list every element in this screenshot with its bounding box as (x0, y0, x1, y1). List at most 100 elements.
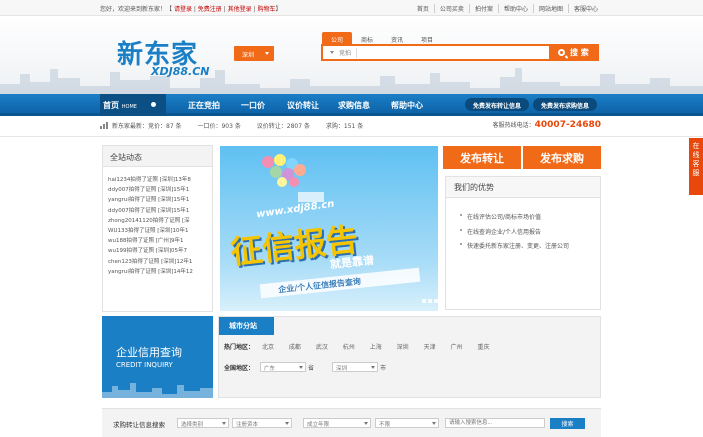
list-item[interactable]: wu199拍得了证照 [深圳]05年7 (108, 246, 208, 256)
list-item[interactable]: ddy007拍得了证照 [深圳]15年1 (108, 206, 208, 216)
bar-chart-icon (100, 122, 108, 129)
list-item[interactable]: WU133拍得了证照 [深圳]10年1 (108, 226, 208, 236)
search-button[interactable]: 搜 索 (551, 44, 599, 61)
post-transfer-pill[interactable]: 免费发布转让信息 (465, 98, 530, 111)
promo-banner[interactable]: www.xdj88.cn 征信报告 就是靠谱 企业/个人征信报告查询 (220, 146, 438, 311)
chevron-down-icon (222, 422, 226, 425)
post-transfer-button[interactable]: 发布转让 (443, 146, 521, 169)
list-item[interactable]: chen123拍得了证照 [深圳]12年1 (108, 257, 208, 267)
city-link-chengdu[interactable]: 成都 (289, 344, 301, 351)
search-icon (558, 49, 565, 56)
stat-negotiable: 议价转让：2807 条 (256, 123, 310, 130)
list-item[interactable]: hai1234拍得了证照 [深圳]13年8 (108, 175, 208, 185)
nav-item-help[interactable]: 帮助中心 (391, 100, 423, 111)
list-item[interactable]: yangrui拍得了证照 [深圳]14年12 (108, 267, 208, 277)
post-wanted-pill[interactable]: 免费发布求购信息 (533, 98, 598, 111)
range-value: 不限 (379, 422, 391, 428)
range-select[interactable]: 不限 (375, 418, 439, 428)
credit-title: 企业信用查询 (116, 346, 182, 359)
other-login-link[interactable]: 其他登录 (228, 6, 252, 13)
trade-search-button[interactable]: 搜索 (550, 418, 585, 429)
chevron-down-icon (265, 52, 269, 55)
nav-item-auction[interactable]: 正在竞拍 (188, 100, 220, 111)
capital-select[interactable]: 注册资本 (232, 418, 292, 428)
city-link-shanghai[interactable]: 上海 (370, 344, 382, 351)
province-value: 广东 (264, 366, 276, 372)
search-type-select[interactable]: 竞拍 (325, 48, 357, 58)
city-suffix: 市 (380, 364, 387, 372)
nav-home[interactable]: 首页 HOME (100, 94, 166, 116)
online-service-label: 在线客服 (692, 142, 700, 177)
years-value: 成立年限 (307, 422, 330, 428)
city-link-hangzhou[interactable]: 杭州 (343, 344, 355, 351)
city-link-tianjin[interactable]: 天津 (424, 344, 436, 351)
list-item[interactable]: wu188拍得了证照 [广州]9年1 (108, 236, 208, 246)
top-bar: 您好，欢迎来到新东家！【 请登录 | 免费注册 | 其他登录 | 购物车】 首页… (0, 0, 703, 16)
stat-auction: 新东家最新：竞价：87 条 (112, 123, 182, 130)
province-select[interactable]: 广东 (260, 362, 307, 372)
header: 新东家 XDJ88.CN 深圳 公司 商标 资讯 项目 竞拍 搜 索 (0, 16, 703, 94)
register-link[interactable]: 免费注册 (198, 6, 222, 13)
list-item[interactable]: 快速委托新东家注册、变更、注册公司 (460, 241, 600, 256)
top-link-sitemap[interactable]: 网站地图 (532, 4, 568, 13)
top-link-company-trade[interactable]: 公司买卖 (433, 4, 469, 13)
city-link-wuhan[interactable]: 武汉 (316, 344, 328, 351)
advantages-title: 我们的优势 (446, 177, 600, 198)
all-regions-label: 全国地区： (224, 364, 255, 372)
search-input[interactable] (361, 47, 547, 58)
list-item[interactable]: 在线查询企业/个人信用报告 (460, 227, 600, 242)
list-item[interactable]: ddy007拍得了证照 [深圳]15年1 (108, 185, 208, 195)
main-nav: 首页 HOME 正在竞拍 一口价 议价转让 求购信息 帮助中心 免费发布转让信息… (0, 94, 703, 116)
balloons-image (262, 154, 324, 202)
city-link-shenzhen[interactable]: 深圳 (397, 344, 409, 351)
city-label: 深圳 (242, 52, 255, 59)
chevron-down-icon (364, 422, 368, 425)
skyline-decoration (0, 68, 703, 94)
divider (0, 136, 703, 137)
cart-link[interactable]: 购物车 (258, 6, 276, 13)
city-branches-tab[interactable]: 城市分站 (219, 317, 274, 335)
banner-pagination[interactable] (422, 299, 438, 303)
nav-item-fixed-price[interactable]: 一口价 (241, 100, 265, 111)
search-tab-project[interactable]: 项目 (412, 32, 442, 44)
city-select[interactable]: 深圳 (332, 362, 379, 372)
city-link-chongqing[interactable]: 重庆 (477, 344, 489, 351)
list-item[interactable]: zhong20141120拍得了证照 [深 (108, 216, 208, 226)
trade-search-bar: 求购转让信息搜索 选择类别 注册资本 成立年限 不限 搜索 (102, 408, 601, 437)
advantages-list: 在线评估公司/商标市场价值 在线查询企业/个人信用报告 快速委托新东家注册、变更… (446, 198, 600, 256)
search-tab-news[interactable]: 资讯 (382, 32, 412, 44)
top-link-help[interactable]: 帮助中心 (497, 4, 533, 13)
city-link-beijing[interactable]: 北京 (262, 344, 274, 351)
hot-cities-label: 热门地区： (224, 344, 255, 351)
login-link[interactable]: 请登录 (174, 6, 192, 13)
list-item[interactable]: yangrui拍得了证照 [深圳]15年1 (108, 195, 208, 205)
site-logo[interactable]: 新东家 XDJ88.CN (117, 34, 209, 78)
years-select[interactable]: 成立年限 (303, 418, 371, 428)
stats-row: 新东家最新：竞价：87 条 一口价：903 条 议价转让：2807 条 求购：1… (112, 121, 377, 130)
city-selector[interactable]: 深圳 (234, 46, 274, 61)
banner-strip: 企业/个人征信报告查询 (259, 267, 421, 299)
nav-item-negotiable[interactable]: 议价转让 (287, 100, 319, 111)
list-item[interactable]: 在线评估公司/商标市场价值 (460, 212, 600, 227)
category-select[interactable]: 选择类别 (177, 418, 229, 428)
stat-wanted: 求购：151 条 (325, 123, 364, 130)
dot-icon (151, 102, 156, 107)
chevron-down-icon (432, 422, 436, 425)
top-link-service[interactable]: 客服中心 (567, 4, 603, 13)
online-service-tab[interactable]: 在线客服 (689, 138, 703, 195)
post-wanted-button[interactable]: 发布求购 (523, 146, 601, 169)
credit-subtitle: CREDIT INQUIRY (116, 361, 173, 369)
city-skyline-decoration (102, 383, 213, 398)
nav-item-wanted[interactable]: 求购信息 (338, 100, 370, 111)
credit-inquiry-banner[interactable]: 企业信用查询 CREDIT INQUIRY (102, 316, 213, 398)
search-tab-trademark[interactable]: 商标 (352, 32, 382, 44)
search-tabs: 公司 商标 资讯 项目 (322, 32, 442, 44)
top-link-home[interactable]: 首页 (412, 4, 434, 13)
city-link-guangzhou[interactable]: 广州 (451, 344, 463, 351)
trade-search-input[interactable] (445, 418, 545, 428)
chevron-down-icon (371, 366, 376, 369)
hotline: 客服热线电话：40007-24680 (493, 120, 601, 130)
search-tab-company[interactable]: 公司 (322, 32, 352, 44)
top-link-auction[interactable]: 拍付案 (468, 4, 498, 13)
hotline-label: 客服热线电话： (492, 122, 535, 129)
